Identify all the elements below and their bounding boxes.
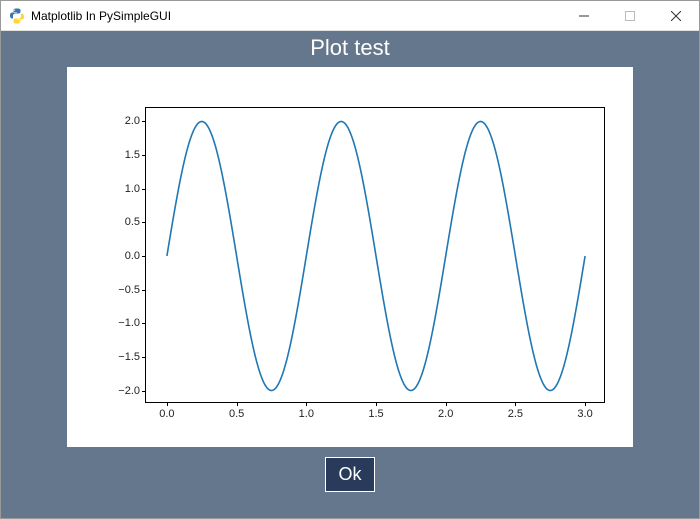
window-title: Matplotlib In PySimpleGUI: [31, 9, 171, 23]
ok-button[interactable]: Ok: [325, 457, 374, 492]
window-controls: [561, 1, 699, 30]
ytick-label: −1.5: [118, 351, 140, 363]
titlebar: Matplotlib In PySimpleGUI: [1, 1, 699, 31]
ytick-label: 2.0: [125, 115, 140, 127]
maximize-button[interactable]: [607, 1, 653, 30]
python-icon: [9, 8, 25, 24]
xtick-label: 0.0: [159, 408, 174, 420]
app-body: Plot test −2.0 −1.5 −1.0 −0.5 0.0 0.5 1.0 1.5 2.…: [1, 31, 699, 518]
xtick-label: 1.5: [368, 408, 383, 420]
ytick-label: −2.0: [118, 385, 140, 397]
xtick-label: 0.5: [229, 408, 244, 420]
plot-axes: −2.0−1.5−1.0−0.50.00.51.01.52.00.00.51.0…: [145, 107, 605, 403]
line-series: [146, 108, 606, 404]
ytick-label: 1.0: [125, 183, 140, 195]
xtick-label: 2.0: [438, 408, 453, 420]
ytick-label: 0.5: [125, 216, 140, 228]
minimize-button[interactable]: [561, 1, 607, 30]
plot-title: Plot test: [310, 35, 389, 61]
ytick-label: −1.0: [118, 317, 140, 329]
close-button[interactable]: [653, 1, 699, 30]
xtick-label: 2.5: [508, 408, 523, 420]
ytick-label: 1.5: [125, 149, 140, 161]
ytick-label: 0.0: [125, 250, 140, 262]
xtick-label: 1.0: [299, 408, 314, 420]
xtick-label: 3.0: [577, 408, 592, 420]
ytick-label: −0.5: [118, 284, 140, 296]
plot-canvas: −2.0 −1.5 −1.0 −0.5 0.0 0.5 1.0 1.5 2.0 0.0 0.5 1.0…: [67, 67, 633, 447]
